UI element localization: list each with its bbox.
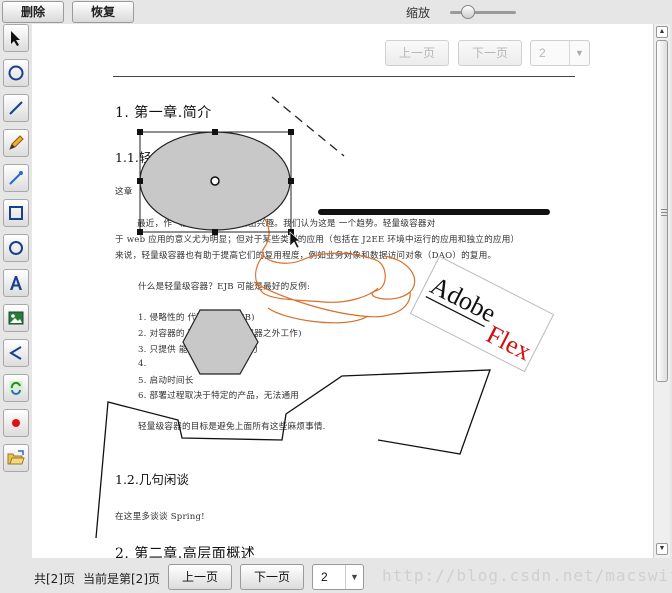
hexagon-shape[interactable]: [182, 309, 259, 375]
freehand-orange-shape[interactable]: [253, 207, 416, 324]
record-icon: [12, 419, 20, 427]
scrollbar-thumb[interactable]: [656, 40, 668, 382]
page-select[interactable]: 2 ▼: [312, 564, 364, 590]
polyline-shape[interactable]: [95, 369, 491, 539]
resize-handle[interactable]: [212, 229, 218, 235]
open-folder-icon: [7, 450, 25, 465]
chevron-down-icon: ▼: [345, 565, 363, 589]
resize-handle[interactable]: [137, 229, 143, 235]
drawing-canvas[interactable]: Adobe Flex: [32, 24, 653, 558]
zoom-slider-thumb[interactable]: [461, 5, 475, 19]
line-tool-button[interactable]: [3, 94, 29, 122]
refresh-icon: [9, 381, 23, 395]
selected-ellipse-group[interactable]: [137, 129, 294, 235]
arrow-tool-button[interactable]: [3, 339, 29, 367]
zoom-slider-track[interactable]: [450, 11, 516, 14]
scroll-down-arrow-icon[interactable]: ▼: [656, 543, 668, 555]
resize-handle[interactable]: [137, 129, 143, 135]
select-tool-button[interactable]: [3, 24, 29, 52]
rectangle-icon: [9, 206, 23, 220]
resize-handle[interactable]: [288, 178, 294, 184]
brush-tool-button[interactable]: [3, 164, 29, 192]
vertical-scrollbar[interactable]: ▲ ▼: [653, 24, 670, 558]
zoom-label: 缩放: [406, 6, 431, 20]
current-page-label: 当前是第[2]页: [83, 572, 160, 586]
rotate-handle[interactable]: [210, 176, 220, 186]
image-icon: [8, 311, 24, 325]
text-icon: [10, 276, 22, 290]
ellipse-icon: [9, 241, 23, 255]
circle-tool-button[interactable]: [3, 59, 29, 87]
document-viewer[interactable]: 上一页 下一页 2 ▼ 1. 第一章.简介 1.1.轻 这章 最近，作 "轻量级…: [32, 24, 653, 558]
line-icon: [9, 101, 23, 115]
ellipse-tool-button[interactable]: [3, 234, 29, 262]
bottom-pager-bar: 共[2]页 当前是第[2]页 上一页 下一页 2 ▼ http://blog.c…: [30, 558, 672, 593]
text-tool-button[interactable]: [3, 269, 29, 297]
arrow-left-icon: [9, 346, 22, 360]
prev-page-button[interactable]: 上一页: [168, 564, 232, 590]
rectangle-tool-button[interactable]: [3, 199, 29, 227]
drawing-toolbar: [0, 22, 32, 472]
resize-handle[interactable]: [212, 129, 218, 135]
page-select-value: 2: [321, 570, 328, 584]
select-arrow-icon: [11, 31, 20, 46]
top-bar: 删除 恢复 缩放: [0, 0, 672, 24]
open-tool-button[interactable]: [3, 444, 29, 472]
dashed-line-shape[interactable]: [271, 96, 345, 157]
image-tool-button[interactable]: [3, 304, 29, 332]
pencil-icon: [9, 135, 24, 150]
delete-button[interactable]: 删除: [2, 1, 64, 23]
watermark: http://blog.csdn.net/macswift: [382, 566, 672, 585]
next-page-button[interactable]: 下一页: [240, 564, 304, 590]
total-pages-label: 共[2]页: [34, 572, 75, 586]
pencil-tool-button[interactable]: [3, 129, 29, 157]
resize-handle[interactable]: [137, 178, 143, 184]
record-tool-button[interactable]: [3, 409, 29, 437]
scroll-up-arrow-icon[interactable]: ▲: [656, 26, 668, 38]
adobe-flex-logo-image[interactable]: Adobe Flex: [409, 255, 555, 373]
resize-handle[interactable]: [288, 129, 294, 135]
thick-line-shape[interactable]: [318, 209, 550, 215]
circle-icon: [8, 65, 24, 81]
mouse-cursor-icon: [289, 231, 301, 249]
restore-button[interactable]: 恢复: [72, 1, 134, 23]
brush-icon: [9, 171, 23, 185]
refresh-tool-button[interactable]: [3, 374, 29, 402]
